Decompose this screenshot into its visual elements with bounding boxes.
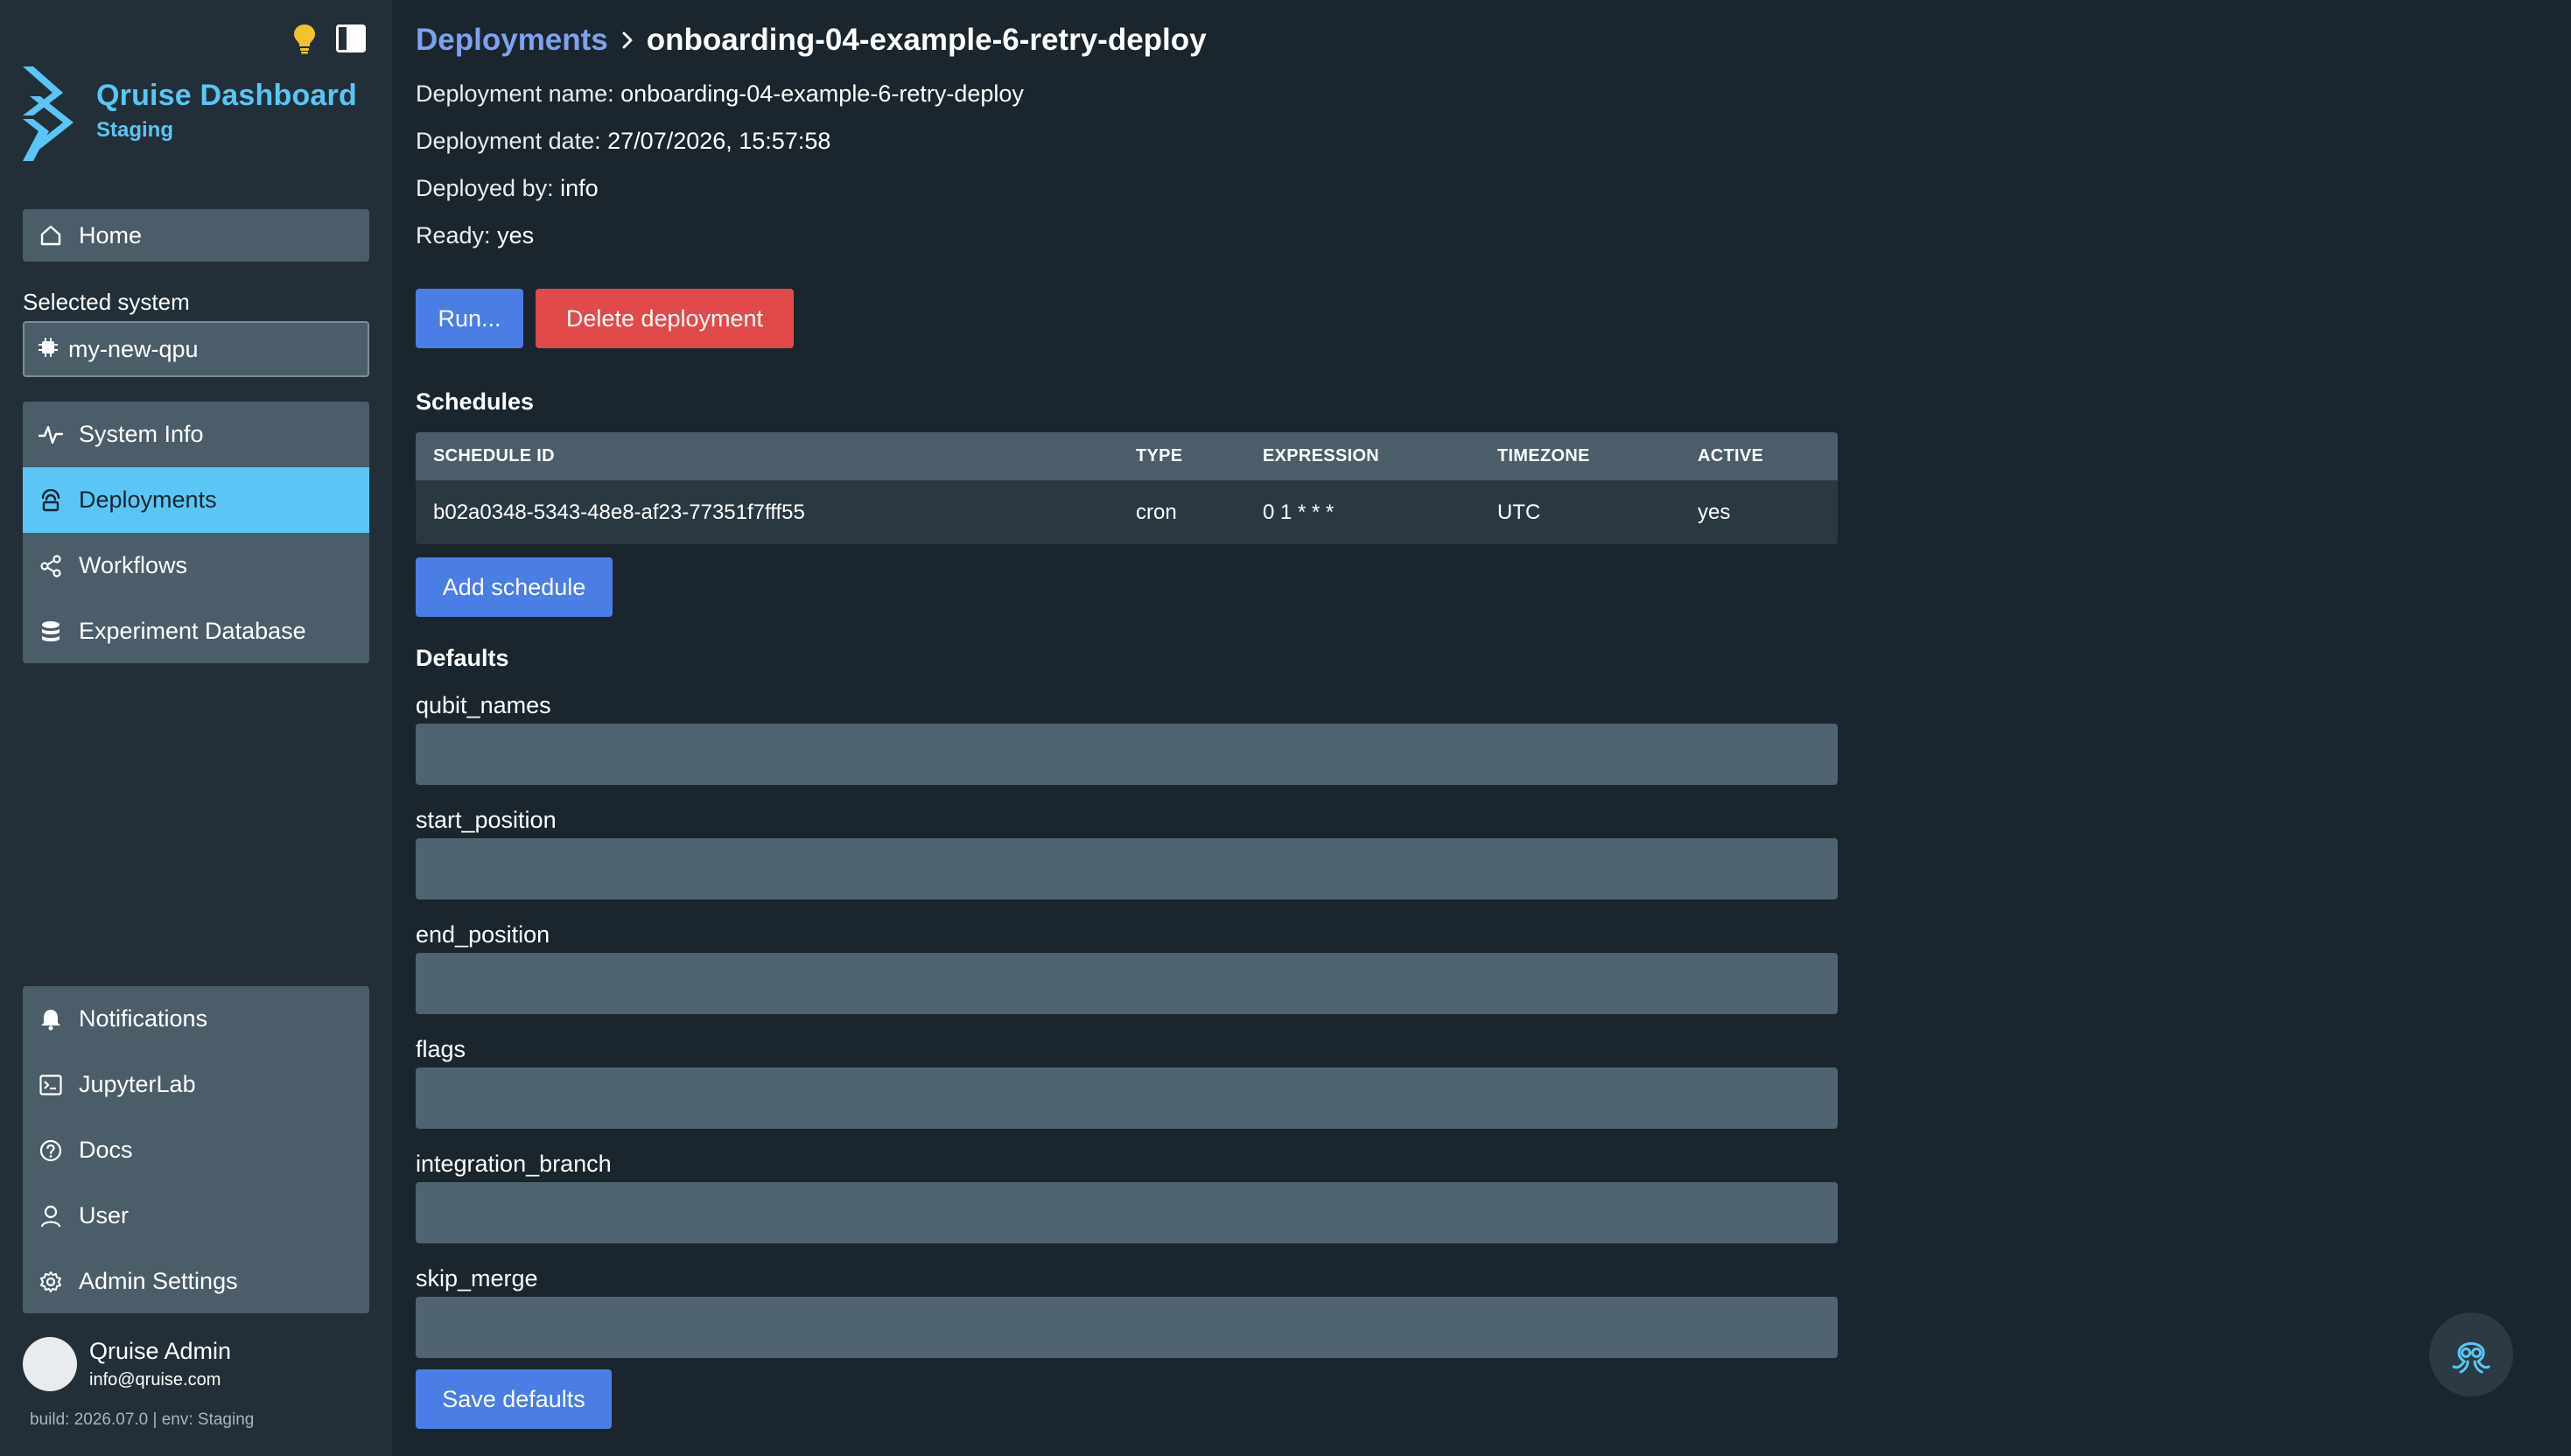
sidebar-item-admin-settings[interactable]: Admin Settings — [23, 1249, 369, 1313]
sidebar-item-notifications[interactable]: Notifications — [23, 986, 369, 1052]
page-title: onboarding-04-example-6-retry-deploy — [646, 23, 1207, 57]
flags-input[interactable] — [416, 1068, 1838, 1129]
column-header: TIMEZONE — [1497, 446, 1590, 466]
bottom-nav: Notifications JupyterLab Docs User Admin… — [23, 986, 369, 1313]
integration-branch-label: integration_branch — [416, 1151, 612, 1177]
share-nodes-icon — [39, 554, 63, 578]
chip-icon — [39, 336, 58, 363]
skip-merge-label: skip_merge — [416, 1265, 538, 1292]
sidebar-item-home[interactable]: Home — [23, 209, 369, 262]
sidebar-item-workflows[interactable]: Workflows — [23, 533, 369, 598]
brand: Qruise Dashboard Staging — [23, 66, 357, 165]
chevron-right-icon — [620, 23, 634, 58]
terminal-icon — [39, 1073, 63, 1097]
sidebar-item-system-info[interactable]: System Info — [23, 402, 369, 467]
breadcrumb: Deployments onboarding-04-example-6-retr… — [416, 23, 1207, 58]
ready-value: yes — [497, 222, 535, 248]
deployed-by-value: info — [560, 175, 599, 201]
deployed-by-label: Deployed by: — [416, 175, 554, 201]
deployment-name-line: Deployment name: onboarding-04-example-6… — [416, 80, 1024, 108]
schedule-timezone-cell: UTC — [1497, 500, 1541, 524]
skip-merge-input[interactable] — [416, 1297, 1838, 1358]
table-header: SCHEDULE ID TYPE EXPRESSION TIMEZONE ACT… — [416, 432, 1838, 480]
column-header: ACTIVE — [1698, 446, 1764, 466]
gear-icon — [39, 1270, 63, 1294]
qubit-names-label: qubit_names — [416, 692, 551, 718]
column-header: EXPRESSION — [1263, 446, 1380, 466]
schedule-active-cell: yes — [1698, 500, 1731, 524]
build-info: build: 2026.07.0 | env: Staging — [30, 1410, 255, 1429]
deployment-date-value: 27/07/2026, 15:57:58 — [607, 128, 831, 154]
selected-system-label: Selected system — [23, 289, 190, 315]
delete-deployment-button[interactable]: Delete deployment — [536, 289, 794, 348]
deployment-icon — [39, 488, 63, 513]
sidebar: Qruise Dashboard Staging Home Selected s… — [0, 0, 392, 1456]
ready-label: Ready: — [416, 222, 491, 248]
qubit-names-input[interactable] — [416, 724, 1838, 785]
end-position-input[interactable] — [416, 953, 1838, 1014]
qruise-logo-icon — [23, 66, 77, 165]
breadcrumb-deployments-link[interactable]: Deployments — [416, 23, 608, 58]
main-nav: System Info Deployments Workflows Experi… — [23, 402, 369, 663]
user-profile[interactable]: Qruise Admin info@qruise.com — [23, 1337, 231, 1391]
save-defaults-button[interactable]: Save defaults — [416, 1369, 612, 1429]
sidebar-item-label: Admin Settings — [79, 1268, 238, 1294]
home-nav: Home — [23, 209, 369, 262]
lightbulb-icon[interactable] — [292, 23, 317, 54]
sidebar-item-label: User — [79, 1202, 130, 1228]
help-circle-icon — [39, 1138, 63, 1163]
sidebar-item-label: System Info — [79, 421, 204, 447]
ready-line: Ready: yes — [416, 222, 534, 249]
sidebar-item-label: JupyterLab — [79, 1071, 196, 1097]
home-icon — [39, 223, 63, 248]
table-row[interactable]: b02a0348-5343-48e8-af23-77351f7fff55 cro… — [416, 480, 1838, 544]
start-position-input[interactable] — [416, 838, 1838, 900]
brand-subtitle: Staging — [96, 118, 173, 142]
run-button[interactable]: Run... — [416, 289, 523, 348]
schedule-expression-cell: 0 1 * * * — [1263, 500, 1335, 524]
deployment-name-value: onboarding-04-example-6-retry-deploy — [620, 80, 1024, 107]
deployment-name-label: Deployment name: — [416, 80, 614, 107]
integration-branch-input[interactable] — [416, 1182, 1838, 1243]
sidebar-item-user[interactable]: User — [23, 1183, 369, 1249]
octopus-assistant-icon — [2447, 1328, 2496, 1382]
bell-icon — [39, 1007, 63, 1032]
schedule-id-cell: b02a0348-5343-48e8-af23-77351f7fff55 — [433, 500, 805, 524]
brand-title: Qruise Dashboard — [96, 79, 357, 112]
user-icon — [39, 1204, 63, 1228]
user-email: info@qruise.com — [89, 1370, 221, 1390]
defaults-title: Defaults — [416, 645, 509, 671]
avatar — [23, 1337, 77, 1391]
activity-icon — [39, 423, 63, 447]
system-select[interactable]: my-new-qpu — [23, 321, 369, 377]
schedule-type-cell: cron — [1136, 500, 1177, 524]
add-schedule-button[interactable]: Add schedule — [416, 557, 613, 617]
flags-label: flags — [416, 1036, 466, 1062]
sidebar-item-deployments[interactable]: Deployments — [23, 467, 369, 533]
column-header: TYPE — [1136, 446, 1183, 466]
sidebar-item-label: Workflows — [79, 552, 188, 578]
sidebar-toggle-icon[interactable] — [336, 24, 366, 52]
start-position-label: start_position — [416, 807, 557, 833]
sidebar-top-icons — [292, 23, 366, 54]
sidebar-item-label: Home — [79, 221, 143, 248]
sidebar-item-experiment-database[interactable]: Experiment Database — [23, 598, 369, 663]
end-position-label: end_position — [416, 921, 550, 948]
deployment-date-label: Deployment date: — [416, 128, 601, 154]
sidebar-item-label: Notifications — [79, 1005, 208, 1032]
assistant-button[interactable] — [2429, 1312, 2513, 1396]
sidebar-item-label: Experiment Database — [79, 618, 306, 644]
selected-system-value: my-new-qpu — [68, 335, 199, 362]
sidebar-item-docs[interactable]: Docs — [23, 1117, 369, 1183]
schedules-table: SCHEDULE ID TYPE EXPRESSION TIMEZONE ACT… — [416, 432, 1838, 544]
sidebar-item-label: Deployments — [79, 486, 217, 513]
deployed-by-line: Deployed by: info — [416, 175, 599, 202]
sidebar-item-label: Docs — [79, 1137, 133, 1163]
column-header: SCHEDULE ID — [433, 446, 555, 466]
sidebar-item-jupyterlab[interactable]: JupyterLab — [23, 1052, 369, 1117]
user-name: Qruise Admin — [89, 1338, 232, 1364]
deployment-date-line: Deployment date: 27/07/2026, 15:57:58 — [416, 128, 830, 155]
database-icon — [39, 620, 63, 644]
schedules-title: Schedules — [416, 388, 535, 415]
